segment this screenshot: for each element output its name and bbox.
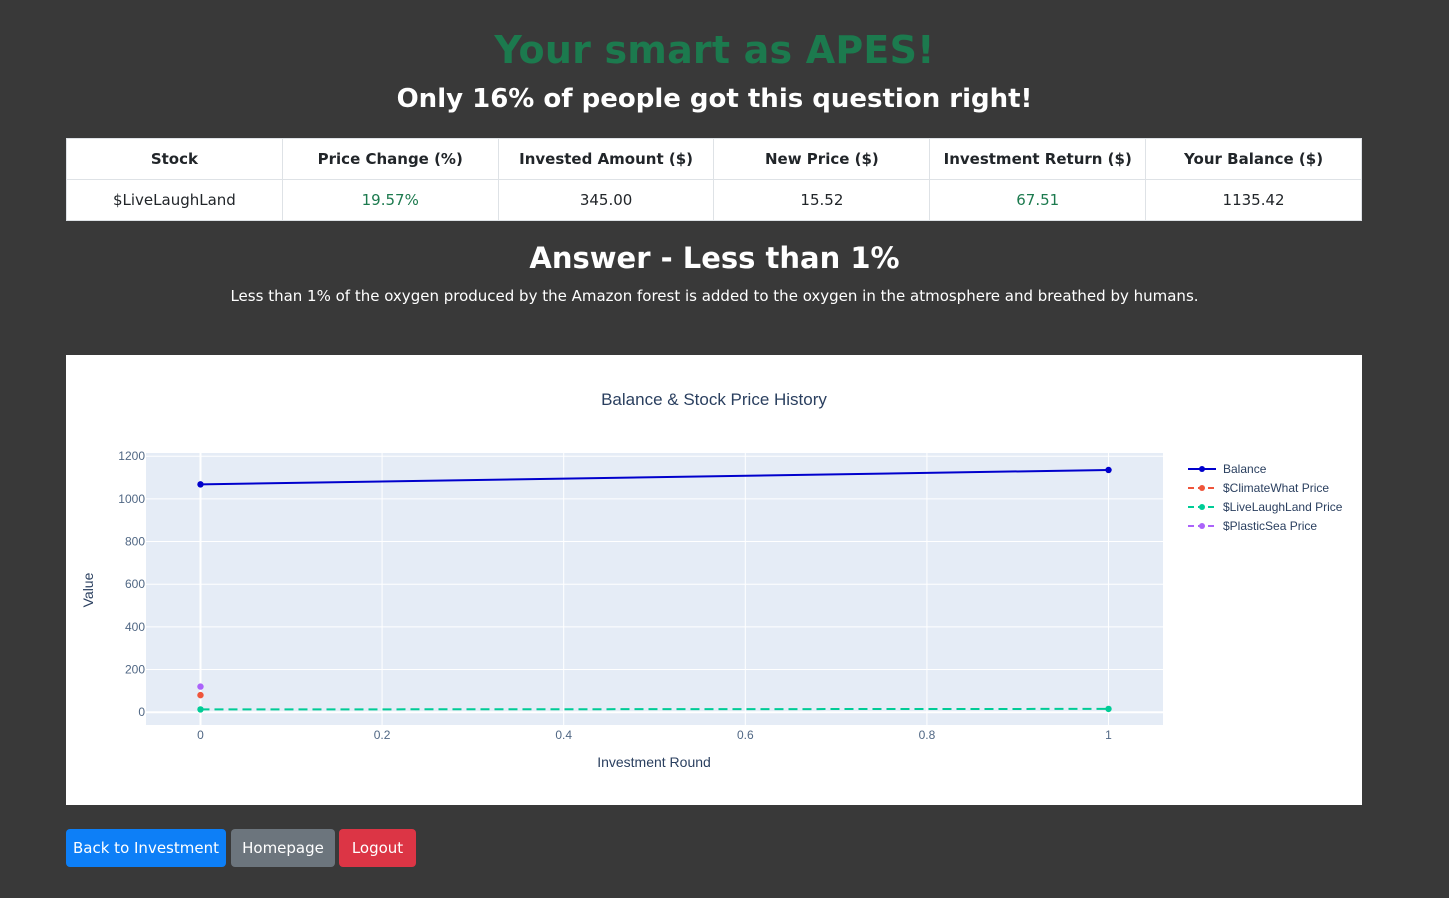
data-point <box>1105 466 1112 474</box>
cell-investment-return: 67.51 <box>929 179 1147 221</box>
legend-item-label: $ClimateWhat Price <box>1223 481 1329 495</box>
legend-marker <box>1199 466 1205 472</box>
cell-invested-amount: 345.00 <box>497 179 715 221</box>
y-axis-label: Value <box>80 572 96 607</box>
column-header-invested-amount: Invested Amount ($) <box>497 138 715 180</box>
x-tick-label: 0.4 <box>555 728 572 742</box>
y-tick-label: 800 <box>125 535 145 549</box>
cell-stock: $LiveLaughLand <box>66 179 283 221</box>
chart-card: Balance & Stock Price History 0 200 400 600… <box>66 355 1362 805</box>
x-tick-label: 1 <box>1105 728 1112 742</box>
subheadline: Only 16% of people got this question rig… <box>396 84 1033 114</box>
x-tick-label: 0 <box>197 728 204 742</box>
legend-item-label: $PlasticSea Price <box>1223 519 1317 533</box>
y-tick-label: 400 <box>125 620 145 634</box>
back-to-investment-button[interactable]: Back to Investment <box>66 829 226 867</box>
y-tick-label: 200 <box>125 663 145 677</box>
plot-area <box>146 453 1163 725</box>
series-climatewhat-price <box>197 691 204 699</box>
chart-title: Balance & Stock Price History <box>601 390 827 409</box>
series-plasticsea-price <box>197 683 204 690</box>
data-point <box>197 691 204 699</box>
x-tick-label: 0.8 <box>919 728 936 742</box>
x-tick-label: 0.6 <box>737 728 754 742</box>
legend-item-label: $LiveLaughLand Price <box>1223 500 1343 514</box>
y-tick-label: 1200 <box>118 449 145 463</box>
cell-price-change: 19.57% <box>281 179 499 221</box>
legend-marker <box>1199 485 1205 491</box>
y-tick-label: 0 <box>138 705 145 719</box>
x-axis-label: Investment Round <box>597 754 711 770</box>
column-header-investment-return: Investment Return ($) <box>929 138 1147 180</box>
history-chart: Balance & Stock Price History 0 200 400 600… <box>80 390 1343 770</box>
legend-marker <box>1199 504 1205 510</box>
results-page: Your smart as APES! Only 16% of people g… <box>0 0 1449 898</box>
table-row: $LiveLaughLand 19.57% 345.00 15.52 67.51… <box>66 179 1362 221</box>
table-header-row: Stock Price Change (%) Invested Amount (… <box>66 138 1362 180</box>
column-header-new-price: New Price ($) <box>713 138 931 180</box>
results-table: Stock Price Change (%) Invested Amount (… <box>66 138 1362 221</box>
x-tick-label: 0.2 <box>374 728 391 742</box>
data-point <box>197 706 204 713</box>
answer-explanation: Less than 1% of the oxygen produced by t… <box>230 287 1199 305</box>
data-point <box>1105 705 1112 713</box>
column-header-stock: Stock <box>66 138 283 180</box>
column-header-balance: Your Balance ($) <box>1145 138 1362 180</box>
data-point <box>197 481 204 488</box>
cell-new-price: 15.52 <box>713 179 931 221</box>
data-point <box>197 683 204 690</box>
column-header-price-change: Price Change (%) <box>281 138 499 180</box>
legend-item-label: Balance <box>1223 462 1267 476</box>
cell-balance: 1135.42 <box>1145 179 1362 221</box>
logout-button[interactable]: Logout <box>339 829 416 867</box>
answer-title: Answer - Less than 1% <box>529 241 900 275</box>
y-tick-label: 600 <box>125 577 145 591</box>
chart-legend: Balance $ClimateWhat Price $LiveLaughLand … <box>1188 462 1343 533</box>
homepage-button[interactable]: Homepage <box>231 829 335 867</box>
y-tick-label: 1000 <box>118 492 145 506</box>
headline: Your smart as APES! <box>494 28 935 72</box>
legend-marker <box>1199 523 1205 529</box>
